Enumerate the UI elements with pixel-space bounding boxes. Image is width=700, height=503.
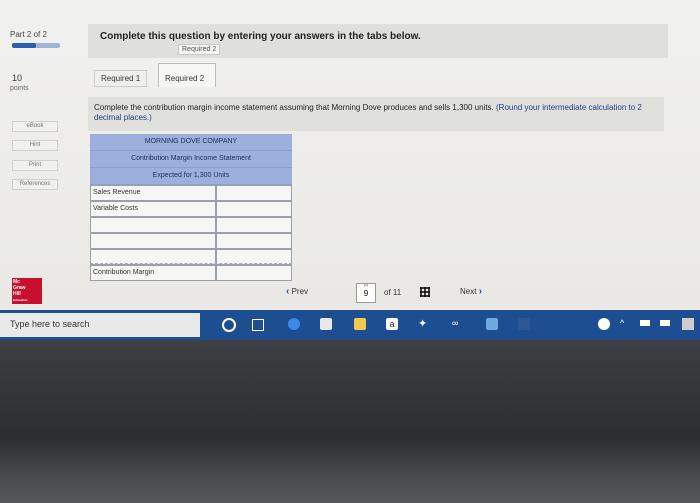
required-tag: Required 2: [178, 44, 221, 55]
variable-costs-input[interactable]: [216, 201, 292, 217]
part-progress-bar: [12, 43, 60, 48]
current-page: 9: [363, 289, 369, 298]
divider: [90, 263, 292, 264]
statement-title: Contribution Margin Income Statement: [90, 151, 292, 168]
tab-required-2[interactable]: Required 2: [158, 63, 216, 87]
print-button[interactable]: Print: [12, 160, 58, 171]
part-progress-fill: [12, 43, 36, 48]
ebook-button[interactable]: eBook: [12, 121, 58, 132]
help-icon[interactable]: [598, 318, 610, 330]
income-statement-table: MORNING DOVE COMPANY Contribution Margin…: [90, 134, 292, 281]
logo-line: Education: [13, 298, 28, 302]
table-row: Sales Revenue: [90, 185, 292, 201]
chevron-left-icon: ‹: [286, 286, 290, 297]
edge-icon[interactable]: [288, 318, 300, 330]
table-row: Contribution Margin: [90, 265, 292, 281]
page-count: of 11: [384, 288, 402, 297]
row-4-value-input[interactable]: [216, 233, 292, 249]
question-title: Complete this question by entering your …: [100, 31, 421, 42]
company-name: MORNING DOVE COMPANY: [90, 134, 292, 151]
amazon-icon[interactable]: a: [386, 318, 398, 330]
cortana-icon[interactable]: [222, 318, 236, 332]
mcgraw-hill-logo: Mc Graw Hill Education: [12, 278, 42, 304]
contribution-margin-input[interactable]: [216, 265, 292, 281]
row-4-label-input[interactable]: [90, 233, 216, 249]
sales-revenue-label[interactable]: Sales Revenue: [90, 185, 216, 201]
points-value: 10: [12, 73, 23, 83]
prev-label: Prev: [291, 287, 309, 296]
instruction-main: Complete the contribution margin income …: [94, 103, 494, 112]
taskbar-search-input[interactable]: Type here to search: [10, 319, 90, 329]
table-row: [90, 217, 292, 233]
variable-costs-label[interactable]: Variable Costs: [90, 201, 216, 217]
photos-icon[interactable]: [486, 318, 498, 330]
prev-button[interactable]: ‹ Prev: [286, 286, 308, 297]
part-indicator: Part 2 of 2: [10, 30, 47, 39]
infinity-icon[interactable]: ∞: [452, 318, 458, 328]
points-label: points: [10, 85, 29, 92]
hint-button[interactable]: Hint: [12, 140, 58, 151]
tab-required-1[interactable]: Required 1: [94, 70, 148, 87]
chevron-right-icon: ›: [478, 286, 483, 297]
contribution-margin-label[interactable]: Contribution Margin: [90, 265, 216, 281]
battery-icon[interactable]: [640, 320, 650, 326]
grid-icon[interactable]: [420, 287, 430, 297]
page-number-box[interactable]: ∞ 9: [356, 283, 376, 303]
task-view-icon[interactable]: [252, 319, 264, 331]
file-explorer-icon[interactable]: [354, 318, 366, 330]
store-icon[interactable]: [320, 318, 332, 330]
chevron-up-icon[interactable]: ^: [620, 318, 624, 328]
row-3-label-input[interactable]: [90, 217, 216, 233]
next-label: Next: [460, 287, 477, 296]
statement-subtitle: Expected for 1,300 Units: [90, 168, 292, 185]
network-icon[interactable]: [660, 320, 670, 326]
link-icon: ∞: [363, 283, 369, 289]
monitor-bezel: [0, 340, 700, 503]
notification-icon[interactable]: [682, 318, 694, 330]
row-3-value-input[interactable]: [216, 217, 292, 233]
dropbox-icon[interactable]: ✦: [418, 317, 427, 330]
instruction-text: Complete the contribution margin income …: [94, 103, 664, 123]
table-row: Variable Costs: [90, 201, 292, 217]
sales-revenue-input[interactable]: [216, 185, 292, 201]
references-button[interactable]: References: [12, 179, 58, 190]
word-icon[interactable]: [518, 318, 530, 330]
next-button[interactable]: Next ›: [460, 286, 482, 297]
table-row: [90, 233, 292, 249]
